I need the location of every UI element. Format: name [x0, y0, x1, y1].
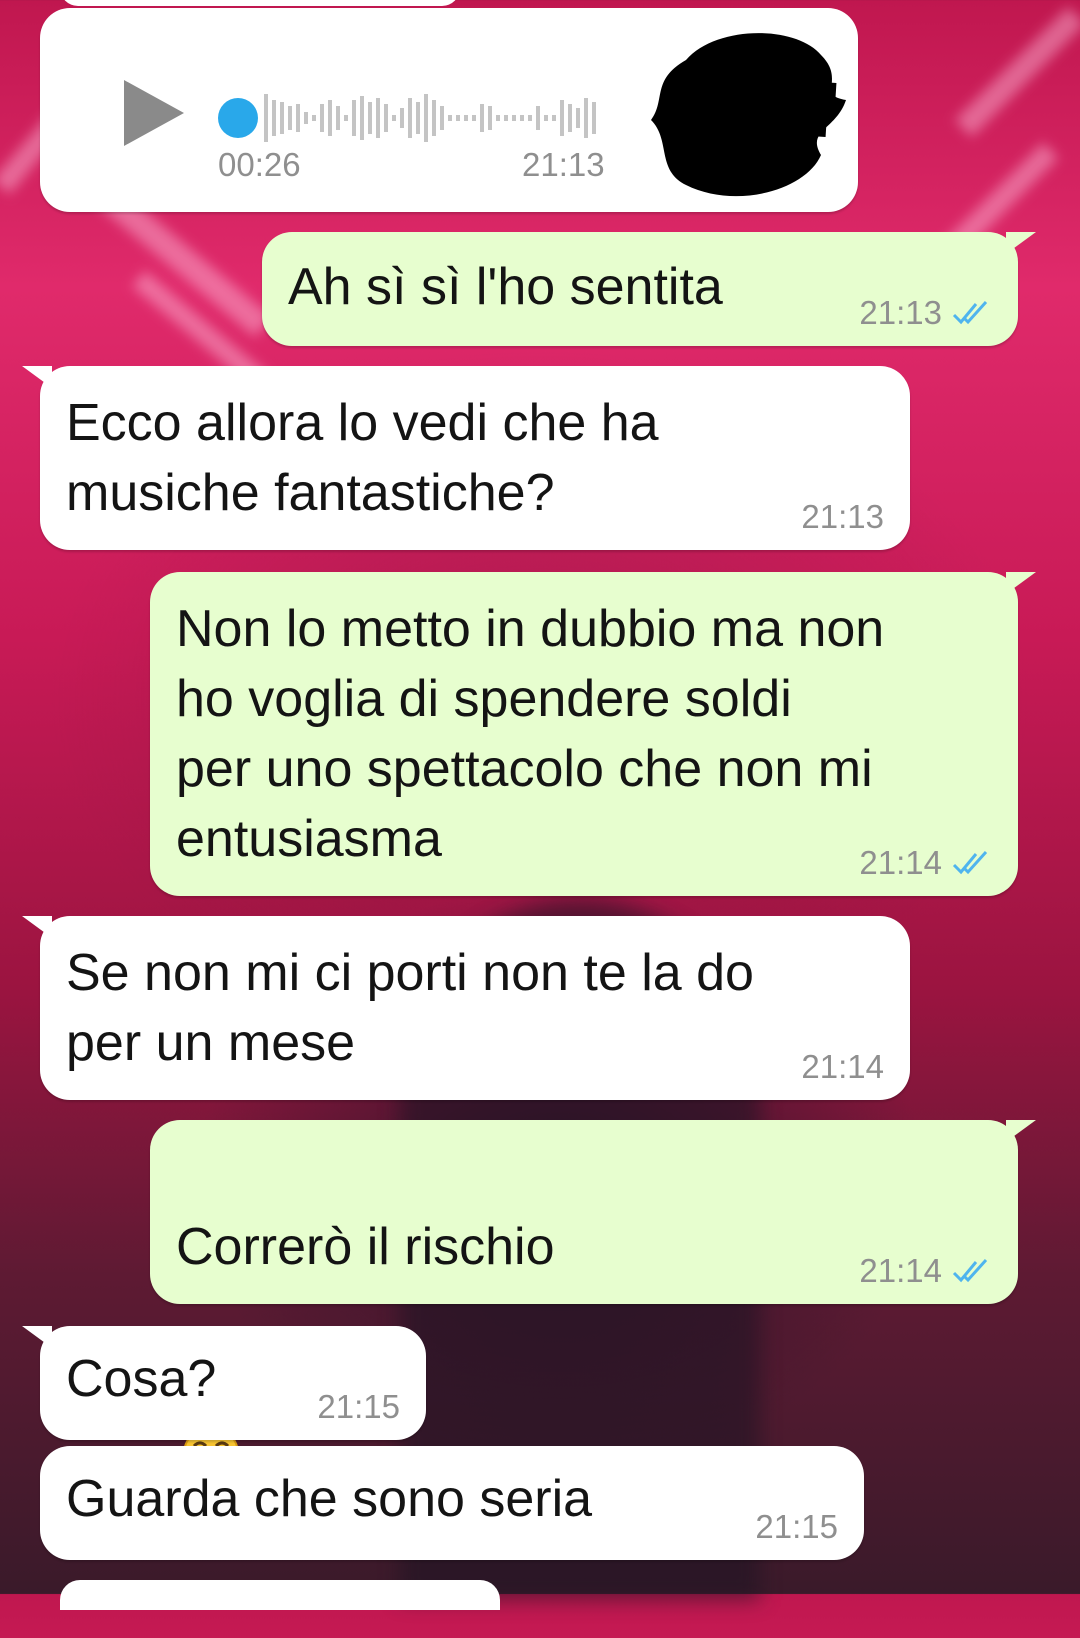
message-time: 21:15	[755, 1508, 838, 1545]
message-meta: 21:15	[317, 1388, 400, 1426]
voice-duration: 00:26	[218, 146, 301, 183]
message-meta: 21:14	[801, 1048, 884, 1086]
message-bubble-incoming[interactable]: Guarda che sono seria 21:15	[40, 1446, 864, 1560]
message-meta: 21:14	[859, 844, 992, 882]
next-bubble-edge	[60, 1580, 500, 1610]
message-time: 21:14	[859, 1252, 942, 1289]
message-bubble-outgoing[interactable]: Correrò il rischio 21:14	[150, 1120, 1036, 1554]
message-time: 21:15	[317, 1388, 400, 1425]
redacted-avatar[interactable]	[646, 20, 850, 206]
message-bubble-incoming[interactable]: Se non mi ci porti non te la do per un m…	[22, 916, 910, 1100]
voice-message-bubble[interactable]: 00:26 21:13	[40, 8, 858, 212]
message-time: 21:14	[859, 844, 942, 881]
message-time: 21:13	[859, 294, 942, 331]
read-ticks-icon	[952, 850, 988, 875]
message-text: Guarda che sono seria	[66, 1470, 593, 1528]
message-text: Ecco allora lo vedi che ha musiche fanta…	[66, 394, 659, 522]
message-text: Cosa?	[66, 1350, 217, 1408]
play-icon	[124, 80, 184, 146]
voice-timestamp: 21:13	[522, 146, 605, 183]
message-bubble-incoming[interactable]: Ecco allora lo vedi che ha musiche fanta…	[22, 366, 910, 550]
message-meta: 21:13	[859, 294, 992, 332]
message-text: Se non mi ci porti non te la do per un m…	[66, 944, 754, 1072]
message-meta: 21:13	[801, 498, 884, 536]
message-time: 21:13	[801, 498, 884, 535]
message-bubble-incoming[interactable]: Cosa? 21:15	[22, 1326, 426, 1440]
message-bubble-outgoing[interactable]: Non lo metto in dubbio ma non ho voglia …	[150, 572, 1036, 896]
message-time: 21:14	[801, 1048, 884, 1085]
previous-bubble-edge	[60, 0, 460, 6]
message-text: Non lo metto in dubbio ma non ho voglia …	[176, 600, 885, 868]
message-text: Ah sì sì l'ho sentita	[288, 258, 723, 316]
message-meta: 21:15	[755, 1508, 838, 1546]
message-meta: 21:14	[859, 1252, 992, 1290]
message-bubble-outgoing[interactable]: Ah sì sì l'ho sentita 21:13	[262, 232, 1036, 346]
play-button[interactable]	[120, 78, 190, 148]
voice-waveform[interactable]	[212, 86, 642, 150]
message-text: Correrò il rischio	[176, 1218, 555, 1276]
read-ticks-icon	[952, 300, 988, 325]
read-ticks-icon	[952, 1258, 988, 1283]
voice-progress-dot	[218, 98, 258, 138]
